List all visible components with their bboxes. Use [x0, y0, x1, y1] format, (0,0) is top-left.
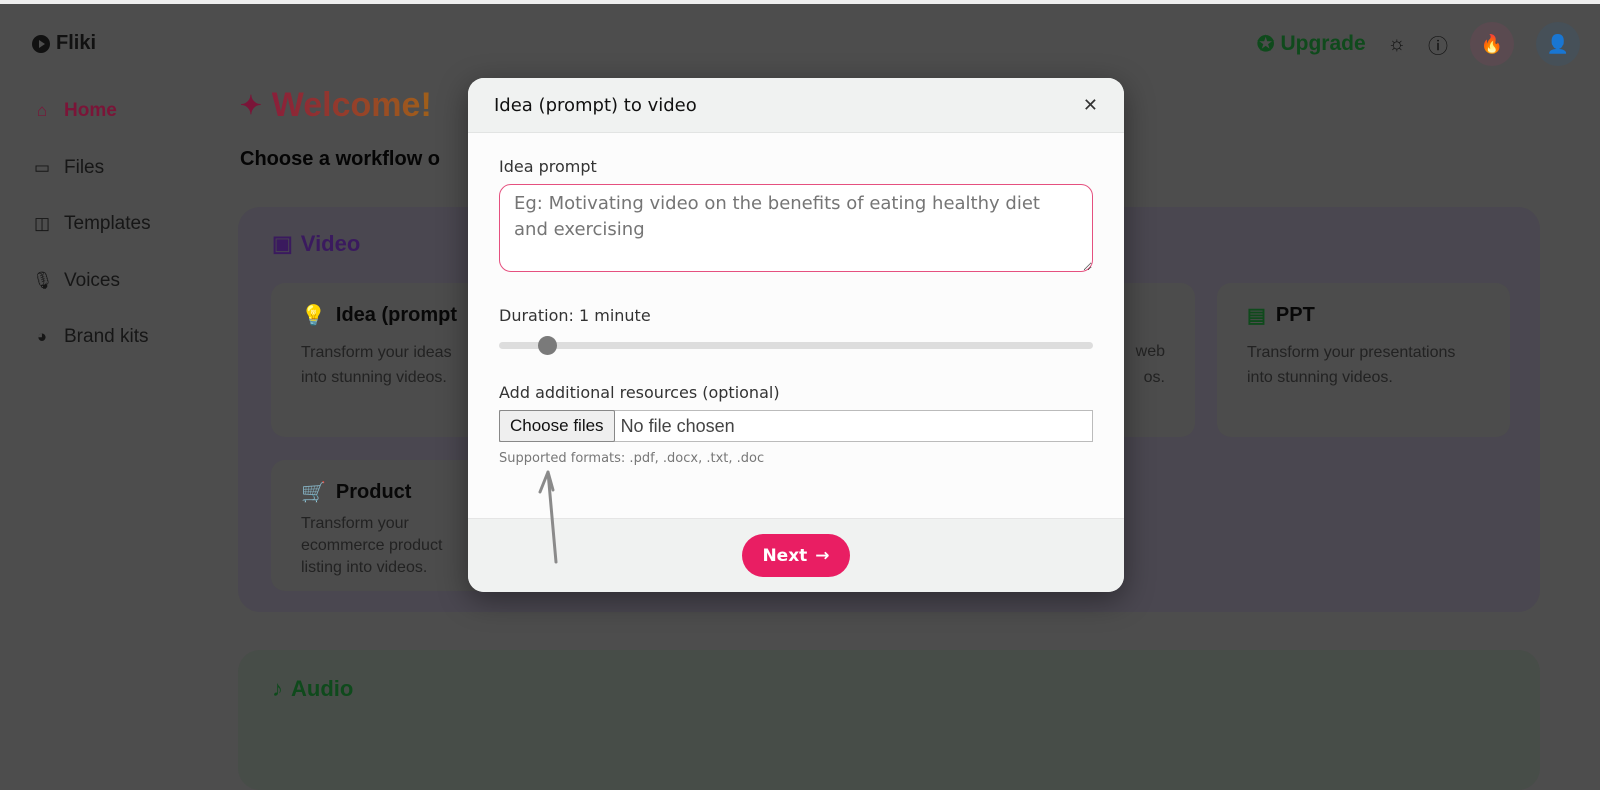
next-button[interactable]: Next →	[742, 534, 850, 577]
upgrade-label: Upgrade	[1280, 32, 1366, 55]
logo-icon	[32, 34, 50, 53]
card-title: Product	[335, 481, 412, 503]
audio-section: ♪ Audio	[238, 650, 1540, 790]
cart-icon: 🛒	[301, 482, 326, 504]
app-name: Fliki	[56, 32, 97, 54]
app-logo[interactable]: Fliki	[32, 32, 96, 55]
sidebar-item-label: Templates	[64, 213, 151, 234]
modal-footer: Next →	[468, 518, 1124, 592]
close-icon[interactable]: ✕	[1083, 95, 1098, 116]
card-desc: os.	[1143, 369, 1165, 386]
badge-check-icon: ✪	[1256, 32, 1275, 56]
sparkles-icon: ✦	[240, 90, 262, 120]
flame-icon: 🔥	[1480, 33, 1504, 54]
sidebar-item-label: Home	[64, 100, 117, 121]
card-desc: web	[1135, 343, 1165, 360]
idea-to-video-modal: Idea (prompt) to video ✕ Idea prompt Dura…	[468, 78, 1124, 592]
sidebar-item-home[interactable]: ⌂ Home	[32, 100, 117, 122]
supported-formats-hint: Supported formats: .pdf, .docx, .txt, .d…	[499, 451, 765, 466]
account-button[interactable]: 👤	[1536, 22, 1580, 66]
card-desc: Transform your ecommerce product listing…	[301, 515, 443, 576]
card-title: Idea (prompt	[335, 304, 458, 326]
resources-label: Add additional resources (optional)	[499, 383, 780, 402]
lightbulb-icon: 💡	[301, 305, 326, 327]
duration-label: Duration: 1 minute	[499, 306, 651, 325]
card-desc: Transform your ideas into stunning video…	[301, 344, 452, 386]
palette-icon: ◕	[36, 327, 48, 346]
sidebar-item-brand-kits[interactable]: ◕ Brand kits	[32, 326, 149, 348]
section-title-text: Video	[300, 231, 361, 256]
sidebar-item-label: Brand kits	[64, 326, 149, 347]
presentation-icon: ▤	[1247, 305, 1266, 327]
sidebar-item-label: Files	[64, 157, 105, 178]
browser-edge	[0, 0, 1600, 4]
home-icon: ⌂	[36, 101, 48, 120]
card-ppt[interactable]: ▤ PPT Transform your presentations into st…	[1217, 283, 1510, 437]
duration-slider[interactable]	[499, 336, 1093, 355]
folder-icon: ▭	[33, 158, 51, 177]
page-subtitle: Choose a workflow o	[240, 148, 441, 170]
card-desc: Transform your presentations into stunni…	[1247, 344, 1456, 386]
microphone-icon: 🎙	[32, 271, 54, 290]
audio-section-title: ♪ Audio	[272, 676, 353, 702]
user-icon: 👤	[1546, 33, 1570, 54]
file-input[interactable]: Choose files No file chosen	[499, 409, 1093, 442]
streak-button[interactable]: 🔥	[1470, 22, 1514, 66]
sidebar-item-templates[interactable]: ◫ Templates	[32, 213, 151, 235]
sidebar-item-voices[interactable]: 🎙 Voices	[32, 270, 120, 292]
sidebar-item-label: Voices	[64, 270, 120, 291]
idea-prompt-label: Idea prompt	[499, 157, 597, 176]
choose-files-button[interactable]: Choose files	[499, 409, 615, 442]
section-title-text: Audio	[291, 676, 354, 701]
music-note-icon: ♪	[272, 676, 283, 701]
welcome-text: Welcome!	[271, 86, 432, 124]
video-camera-icon: ▣	[272, 231, 293, 256]
arrow-right-icon: →	[815, 545, 830, 566]
modal-header: Idea (prompt) to video ✕	[468, 78, 1124, 133]
file-status: No file chosen	[620, 415, 735, 436]
slider-thumb[interactable]	[537, 336, 557, 355]
help-icon[interactable]: ⓘ	[1428, 30, 1448, 59]
idea-prompt-input[interactable]	[499, 184, 1093, 272]
card-title: PPT	[1275, 304, 1315, 326]
next-label: Next	[762, 545, 808, 566]
header-actions: ✪ Upgrade ☼ ⓘ 🔥 👤	[1257, 22, 1580, 66]
video-section-title: ▣ Video	[272, 231, 360, 257]
welcome-heading: ✦ Welcome!	[240, 86, 432, 125]
upgrade-button[interactable]: ✪ Upgrade	[1257, 32, 1366, 57]
layout-icon: ◫	[33, 214, 51, 233]
sidebar-item-files[interactable]: ▭ Files	[32, 157, 104, 179]
sun-icon[interactable]: ☼	[1388, 33, 1406, 56]
modal-title: Idea (prompt) to video	[494, 94, 697, 116]
